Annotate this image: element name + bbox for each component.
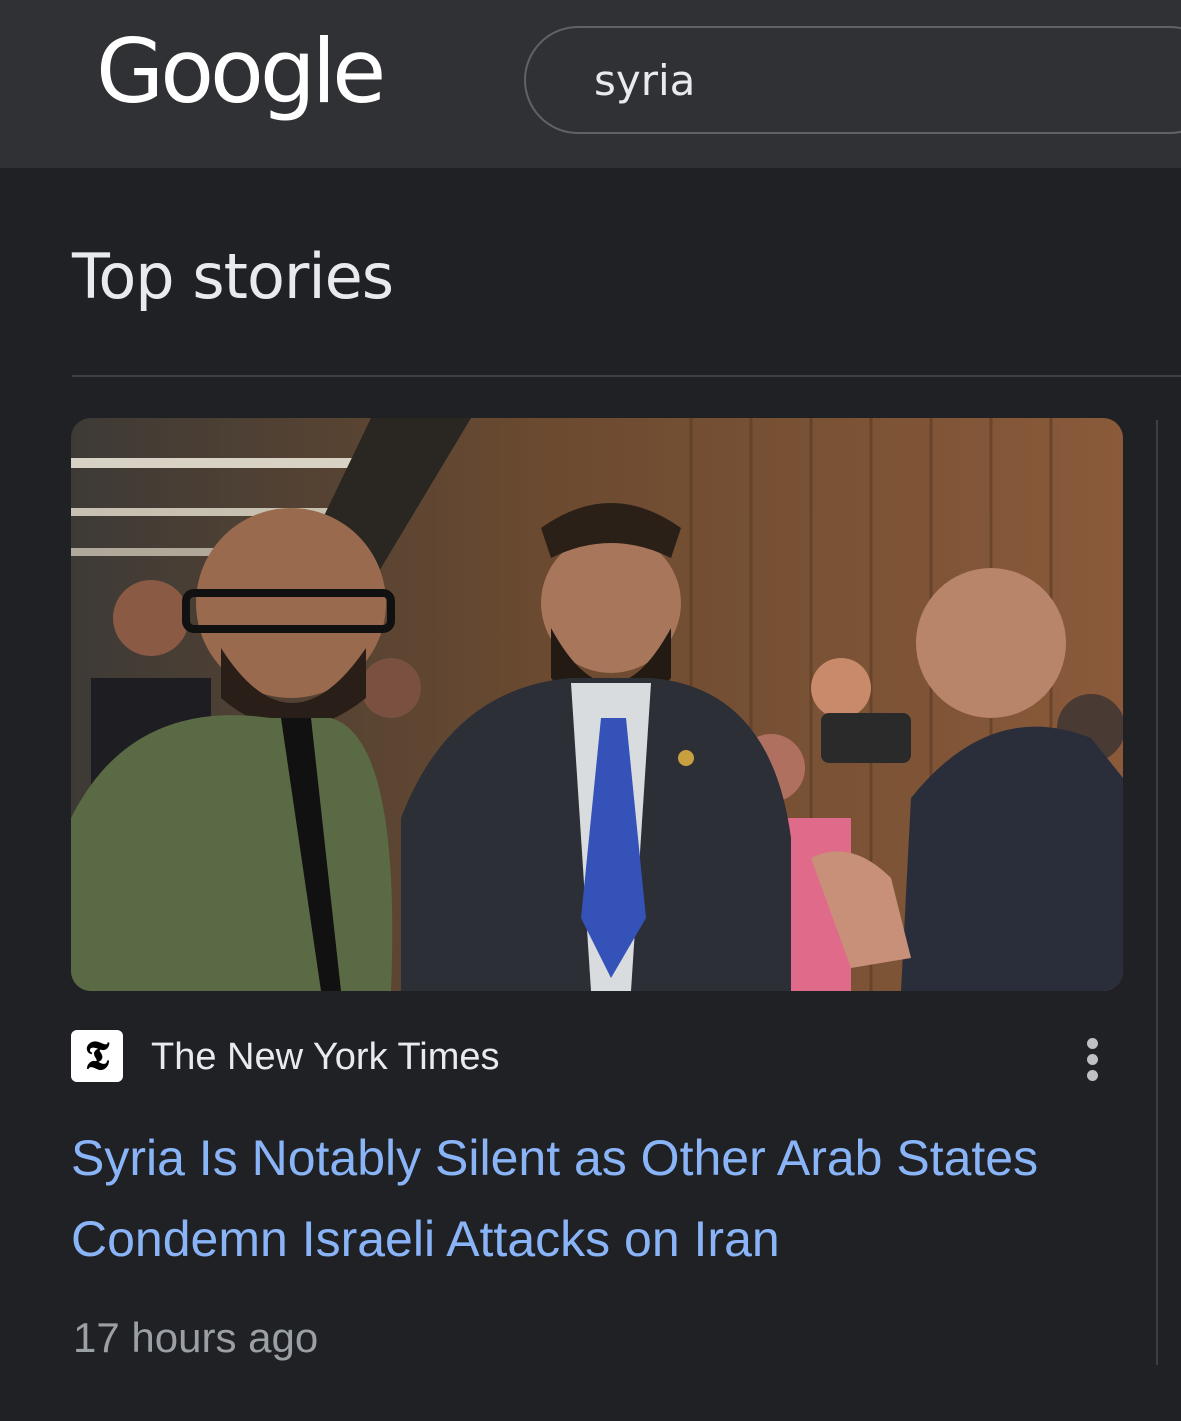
story-timestamp: 17 hours ago xyxy=(73,1314,319,1361)
dot xyxy=(1086,1054,1098,1065)
google-logo[interactable]: Google xyxy=(96,28,386,116)
section-title: Top stories xyxy=(72,240,394,313)
carousel-edge xyxy=(1156,420,1158,1365)
source-name[interactable]: The New York Times xyxy=(151,1036,499,1079)
section-divider xyxy=(72,375,1181,377)
search-input[interactable]: syria xyxy=(524,26,1181,134)
more-vert-icon[interactable] xyxy=(1077,1038,1107,1082)
dot xyxy=(1086,1070,1098,1081)
header-bar: Google syria xyxy=(0,0,1181,168)
story-source-row: 𝕿 The New York Times xyxy=(71,1030,1111,1086)
story-headline-link[interactable]: Syria Is Notably Silent as Other Arab St… xyxy=(71,1118,1131,1280)
dot xyxy=(1086,1038,1098,1049)
search-query-text[interactable]: syria xyxy=(594,56,695,105)
nyt-logo-icon: 𝕿 xyxy=(71,1030,123,1082)
story-photo-illustration xyxy=(71,418,1123,991)
story-thumbnail[interactable] xyxy=(71,418,1123,991)
source-logo-glyph: 𝕿 xyxy=(84,1032,110,1079)
